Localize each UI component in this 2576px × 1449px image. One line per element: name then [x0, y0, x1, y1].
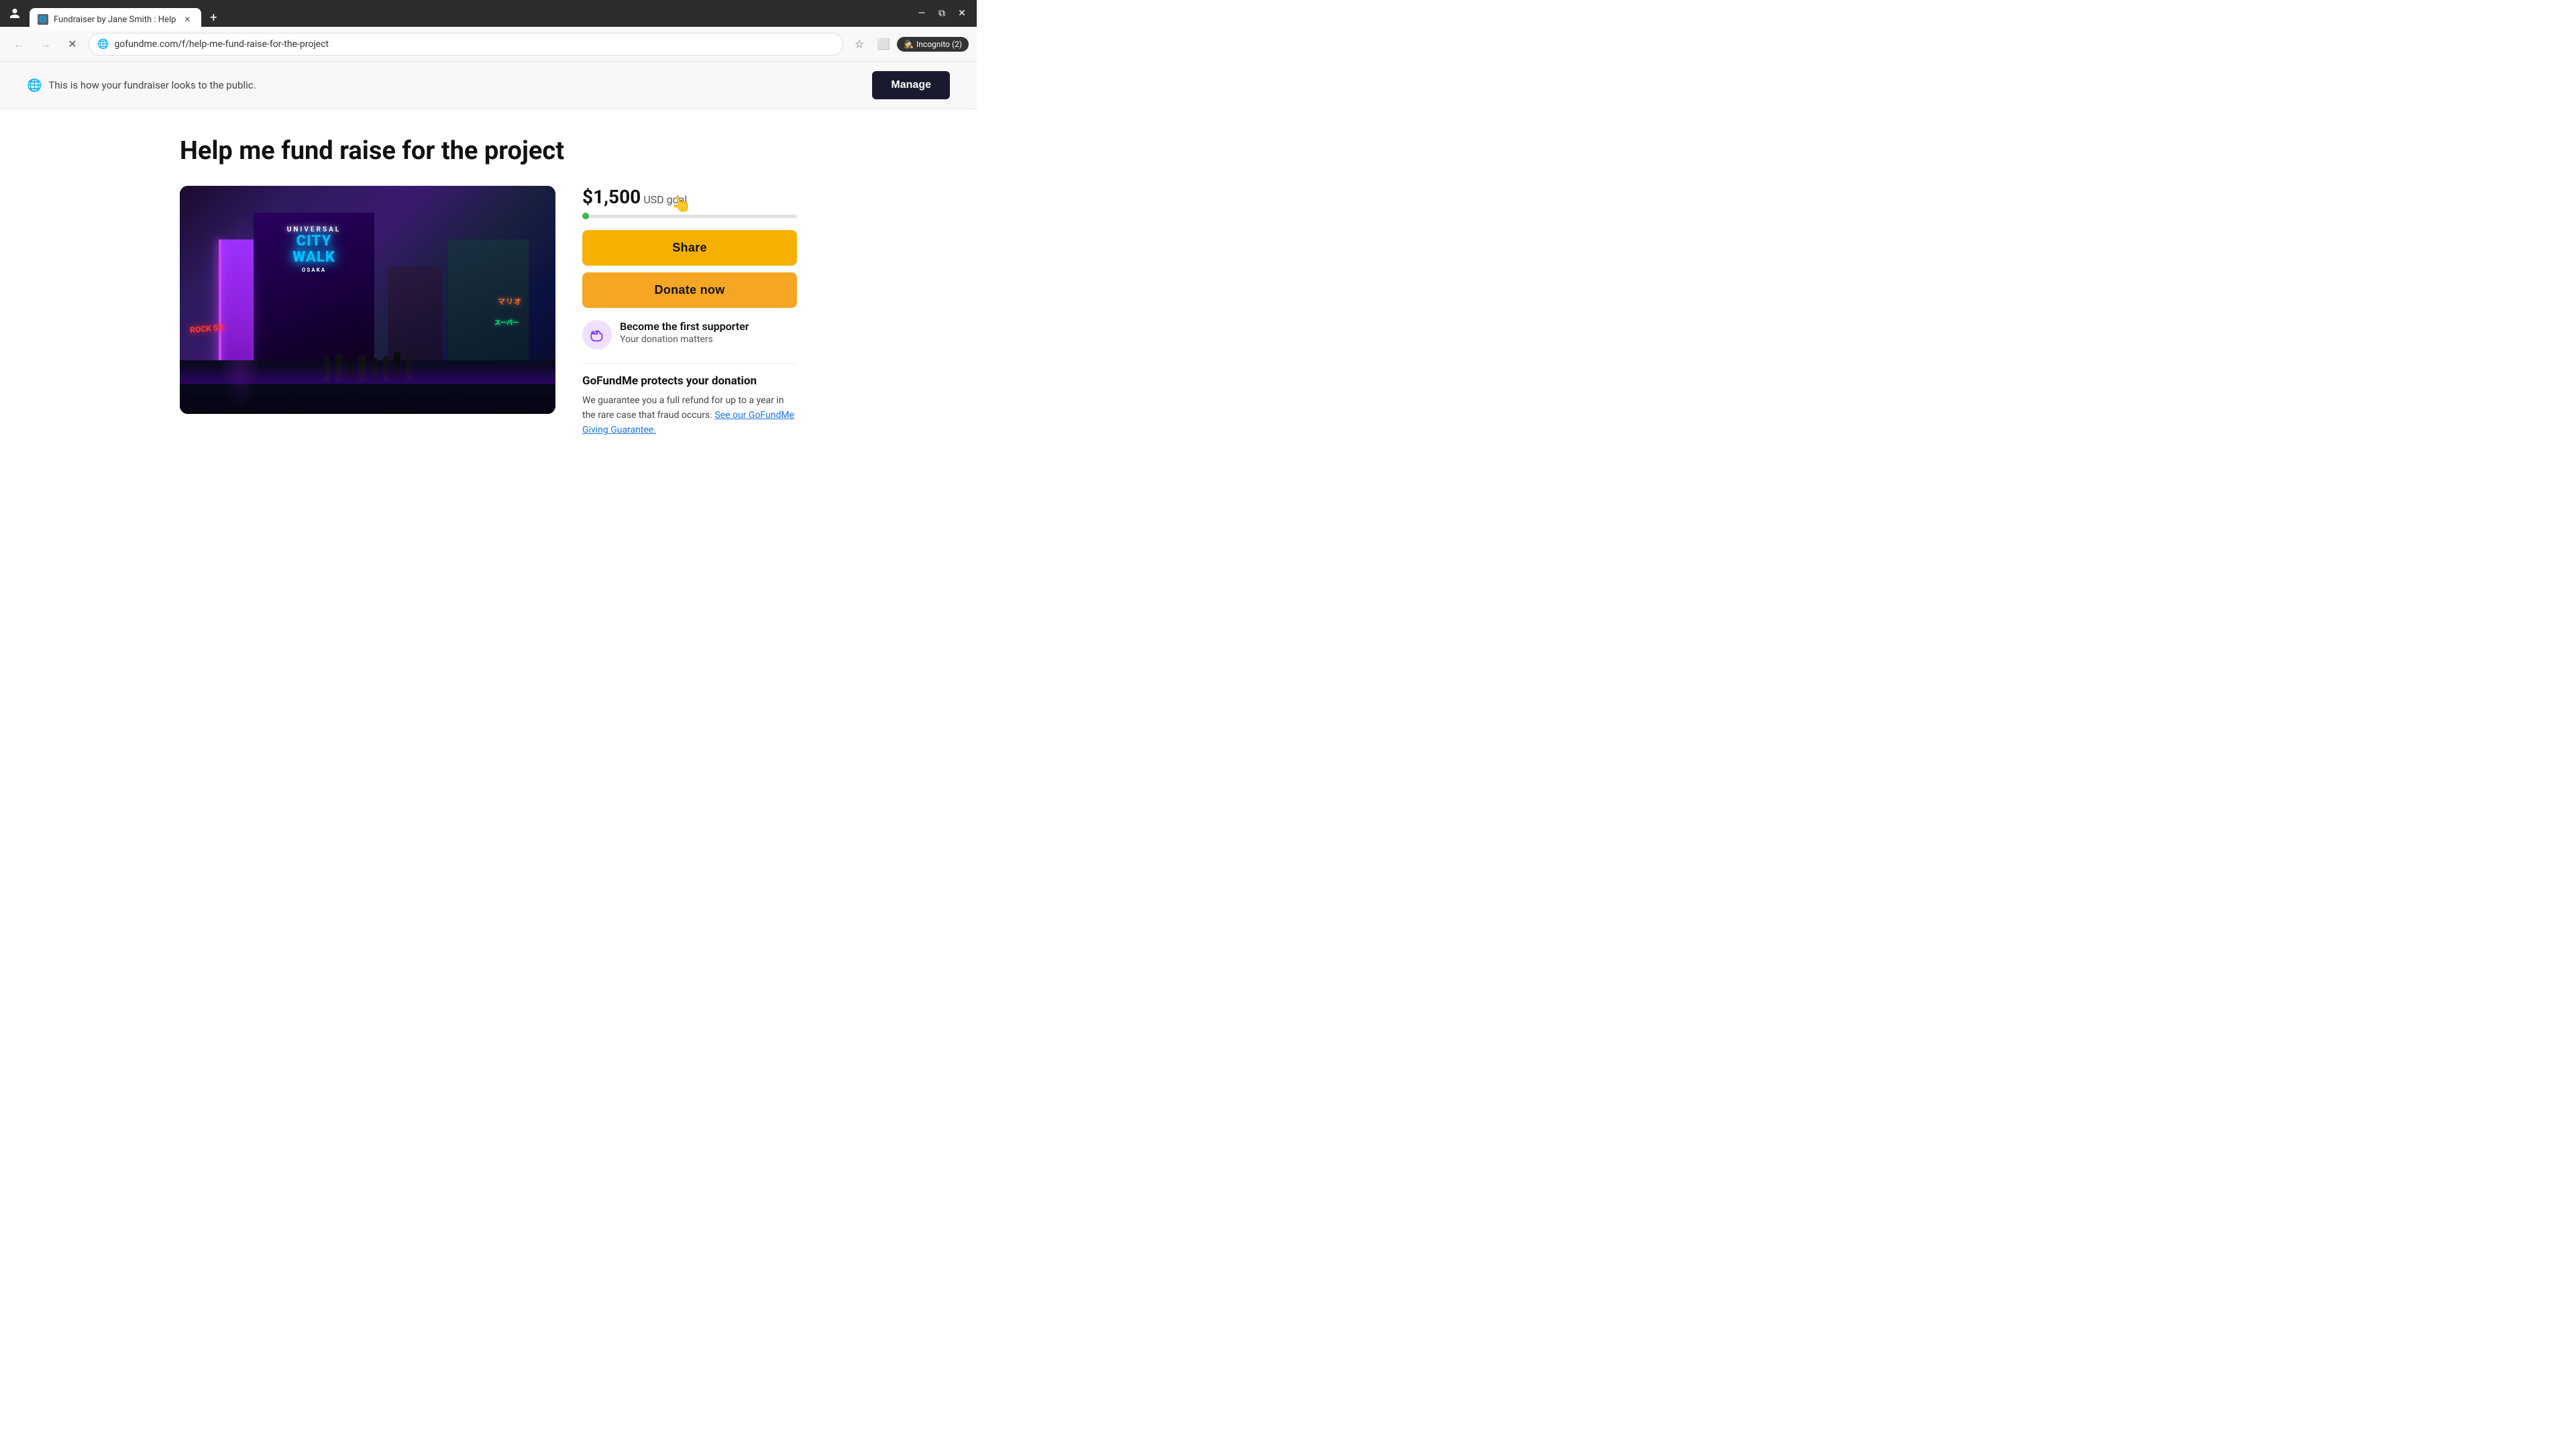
goal-section: $1,500 USD goal	[582, 186, 797, 208]
browser-toolbar: ← → ✕ 🌐 gofundme.com/f/help-me-fund-rais…	[0, 27, 977, 62]
address-bar[interactable]: 🌐 gofundme.com/f/help-me-fund-raise-for-…	[89, 33, 843, 56]
address-text: gofundme.com/f/help-me-fund-raise-for-th…	[114, 39, 835, 50]
back-button[interactable]: ←	[8, 34, 30, 55]
neon-sign-right: マリオ	[498, 296, 522, 307]
banner-notice-text: This is how your fundraiser looks to the…	[48, 79, 256, 91]
manage-button[interactable]: Manage	[872, 71, 950, 99]
incognito-label: Incognito (2)	[916, 40, 962, 49]
protection-title: GoFundMe protects your donation	[582, 374, 797, 388]
bookmark-button[interactable]: ☆	[849, 34, 870, 55]
supporter-icon	[582, 320, 612, 350]
reload-button[interactable]: ✕	[62, 34, 83, 55]
page-title: Help me fund raise for the project	[180, 136, 797, 167]
minimize-btn[interactable]: —	[912, 4, 931, 23]
incognito-badge[interactable]: 🕵 Incognito (2)	[897, 37, 969, 52]
security-icon: 🌐	[97, 39, 109, 50]
progress-dot	[582, 213, 589, 219]
neon-sign-green: スーパー	[494, 318, 519, 327]
supporter-section: Become the first supporter Your donation…	[582, 320, 797, 350]
active-tab[interactable]: 🌐 Fundraiser by Jane Smith : Help ✕	[30, 8, 201, 31]
donate-button[interactable]: Donate now	[582, 272, 797, 308]
titlebar: 🌐 Fundraiser by Jane Smith : Help ✕ + — …	[0, 0, 977, 27]
incognito-icon: 🕵	[904, 40, 914, 49]
toolbar-actions: ☆ ⬜ 🕵 Incognito (2)	[849, 34, 969, 55]
tabs-bar: 🌐 Fundraiser by Jane Smith : Help ✕ +	[30, 0, 907, 27]
tab-favicon: 🌐	[38, 14, 48, 25]
page-content: Help me fund raise for the project	[153, 109, 824, 438]
supporter-heading: Become the first supporter	[620, 320, 749, 333]
share-button[interactable]: Share	[582, 230, 797, 266]
forward-button[interactable]: →	[35, 34, 56, 55]
split-view-button[interactable]: ⬜	[873, 34, 894, 55]
close-btn[interactable]: ✕	[953, 4, 971, 23]
tab-title: Fundraiser by Jane Smith : Help	[54, 15, 176, 25]
fundraiser-image: UNIVERSAL CITYWALK OSAKA マリオ スーパー ROCK S…	[180, 186, 555, 414]
fundraiser-image-container: UNIVERSAL CITYWALK OSAKA マリオ スーパー ROCK S…	[180, 186, 555, 414]
goal-label: USD goal	[643, 193, 687, 206]
supporter-subtext: Your donation matters	[620, 334, 749, 345]
protection-text: We guarantee you a full refund for up to…	[582, 393, 797, 438]
supporter-text: Become the first supporter Your donation…	[620, 320, 749, 345]
protection-section: GoFundMe protects your donation We guara…	[582, 363, 797, 438]
public-view-banner: 🌐 This is how your fundraiser looks to t…	[0, 62, 977, 109]
purple-glow	[217, 213, 264, 414]
progress-bar	[582, 215, 797, 218]
window-controls: — ⧉ ✕	[912, 4, 971, 23]
profile-btn[interactable]	[5, 4, 24, 23]
titlebar-controls	[5, 4, 24, 23]
goal-amount: $1,500	[582, 186, 641, 208]
new-tab-button[interactable]: +	[204, 8, 223, 27]
restore-btn[interactable]: ⧉	[932, 4, 951, 23]
content-layout: UNIVERSAL CITYWALK OSAKA マリオ スーパー ROCK S…	[180, 186, 797, 438]
progress-fill	[582, 215, 586, 218]
tab-close-btn[interactable]: ✕	[181, 13, 193, 25]
fundraiser-sidebar: $1,500 USD goal Share Donate now	[582, 186, 797, 438]
citywalk-sign: UNIVERSAL CITYWALK OSAKA	[260, 226, 368, 273]
banner-notice: 🌐 This is how your fundraiser looks to t…	[27, 78, 256, 93]
globe-icon: 🌐	[27, 78, 42, 93]
city-scene: UNIVERSAL CITYWALK OSAKA マリオ スーパー ROCK S…	[180, 186, 555, 414]
